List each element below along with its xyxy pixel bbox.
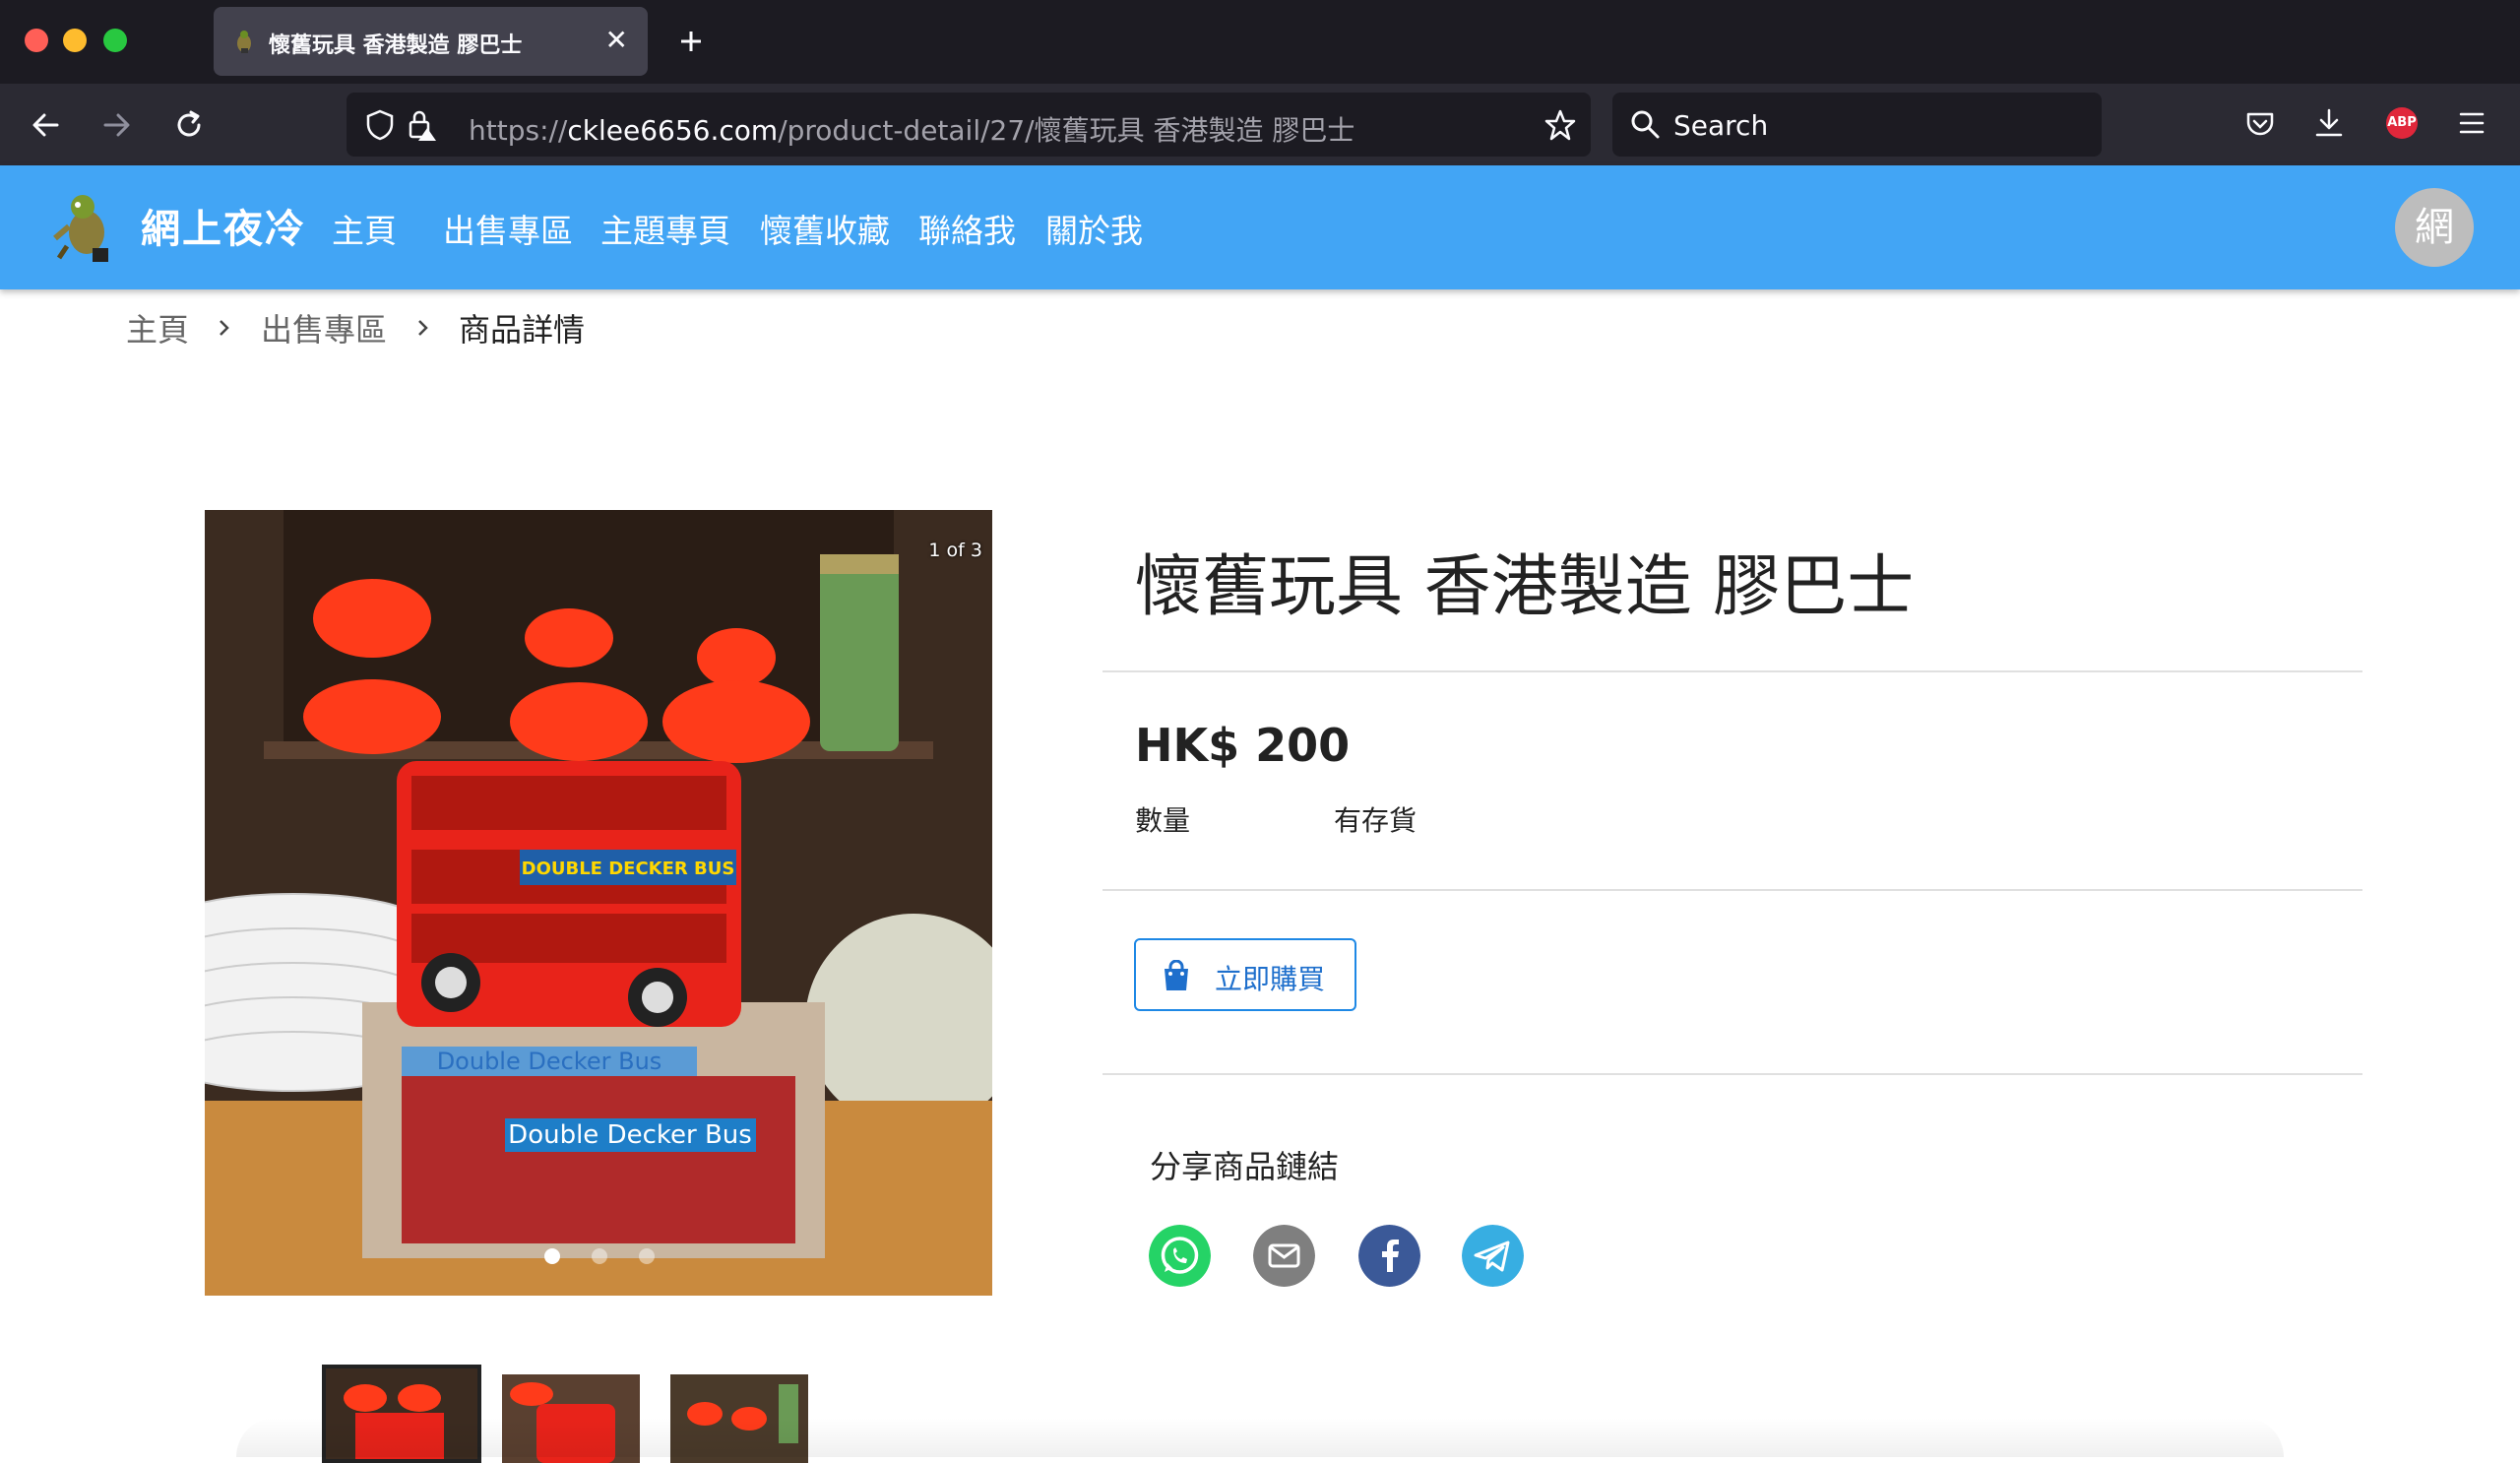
site-favicon-icon	[237, 31, 251, 53]
quantity-label: 數量	[1135, 804, 1191, 837]
forward-arrow-icon[interactable]	[101, 109, 133, 141]
bus-sign: DOUBLE DECKER BUS	[522, 859, 735, 879]
nav-item-for-sale[interactable]: 出售專區	[443, 205, 573, 252]
browser-titlebar: 懷舊玩具 香港製造 膠巴士 ✕	[0, 0, 2520, 84]
carousel-dot[interactable]	[592, 1248, 607, 1264]
buy-now-label: 立即購買	[1215, 963, 1326, 995]
chevron-right-icon	[418, 320, 428, 336]
download-icon[interactable]	[2313, 107, 2345, 139]
box-label-bottom: Double Decker Bus	[508, 1120, 752, 1150]
new-tab-icon[interactable]	[673, 18, 709, 65]
tab-title: 懷舊玩具 香港製造 膠巴士	[269, 33, 523, 58]
url-text[interactable]: https://cklee6656.com/product-detail/27/…	[469, 109, 1354, 149]
product-title: 懷舊玩具 香港製造 膠巴士	[1135, 548, 1915, 626]
nav-item-themes[interactable]: 主題專頁	[600, 205, 730, 252]
site-header: 網上夜冷 主頁 出售專區 主題專頁 懷舊收藏 聯絡我 關於我 網	[0, 165, 2520, 289]
nav-item-home[interactable]: 主頁	[332, 205, 397, 252]
divider	[1102, 670, 2362, 672]
tab-close-icon[interactable]: ✕	[605, 23, 628, 58]
window-maximize-button[interactable]	[103, 29, 127, 52]
nav-item-contact[interactable]: 聯絡我	[918, 205, 1016, 252]
divider	[1102, 1073, 2362, 1075]
breadcrumb-home[interactable]: 主頁	[126, 305, 189, 350]
search-bar[interactable]: Search	[1612, 93, 2102, 157]
facebook-icon[interactable]	[1358, 1225, 1420, 1287]
browser-tab[interactable]: 懷舊玩具 香港製造 膠巴士 ✕	[214, 7, 648, 76]
buy-now-button[interactable]: 立即購買	[1134, 938, 1356, 1011]
adblock-plus-icon[interactable]: ABP	[2386, 107, 2418, 139]
bookmark-star-icon[interactable]	[1544, 108, 1577, 142]
nav-item-collection[interactable]: 懷舊收藏	[760, 205, 890, 252]
email-icon[interactable]	[1253, 1225, 1315, 1287]
stock-status: 有存貨	[1334, 804, 1418, 837]
carousel-dot[interactable]	[639, 1248, 655, 1264]
avatar[interactable]: 網	[2395, 188, 2474, 267]
whatsapp-icon[interactable]	[1149, 1225, 1211, 1287]
url-host: cklee6656.com	[567, 114, 779, 147]
carousel-dot[interactable]	[544, 1248, 560, 1264]
footer-shadow	[236, 1418, 2284, 1457]
nav-item-about[interactable]: 關於我	[1045, 205, 1143, 252]
share-title: 分享商品鏈結	[1150, 1148, 1340, 1185]
breadcrumb-current: 商品詳情	[459, 311, 586, 349]
url-scheme: https://	[469, 114, 568, 147]
site-name[interactable]: 網上夜冷	[141, 197, 306, 254]
menu-hamburger-icon[interactable]	[2457, 109, 2487, 137]
telegram-icon[interactable]	[1462, 1225, 1524, 1287]
reload-icon[interactable]	[173, 109, 205, 141]
box-label-top: Double Decker Bus	[437, 1048, 662, 1075]
image-counter: 1 of 3	[928, 540, 982, 561]
product-photo: Double Decker Bus Double Decker Bus DOUB…	[205, 510, 992, 1296]
pocket-icon[interactable]	[2244, 108, 2276, 140]
search-input[interactable]: Search	[1673, 109, 1768, 142]
browser-toolbar: https://cklee6656.com/product-detail/27/…	[0, 84, 2520, 165]
shield-icon[interactable]	[364, 108, 396, 142]
search-icon	[1631, 110, 1660, 139]
breadcrumb-for-sale[interactable]: 出售專區	[261, 305, 387, 350]
divider	[1102, 889, 2362, 891]
window-close-button[interactable]	[25, 29, 48, 52]
site-logo-icon[interactable]	[47, 187, 126, 266]
carousel-dots	[544, 1248, 686, 1268]
product-price: HK$ 200	[1135, 719, 1351, 772]
back-arrow-icon[interactable]	[30, 109, 61, 141]
url-bar[interactable]: https://cklee6656.com/product-detail/27/…	[346, 93, 1591, 157]
shopping-bag-icon	[1165, 960, 1188, 990]
window-minimize-button[interactable]	[63, 29, 87, 52]
lock-warning-icon[interactable]	[406, 108, 439, 142]
product-main-image[interactable]: Double Decker Bus Double Decker Bus DOUB…	[205, 510, 992, 1296]
chevron-right-icon	[220, 320, 229, 336]
url-path: /product-detail/27/懷舊玩具 香港製造 膠巴士	[778, 114, 1355, 147]
